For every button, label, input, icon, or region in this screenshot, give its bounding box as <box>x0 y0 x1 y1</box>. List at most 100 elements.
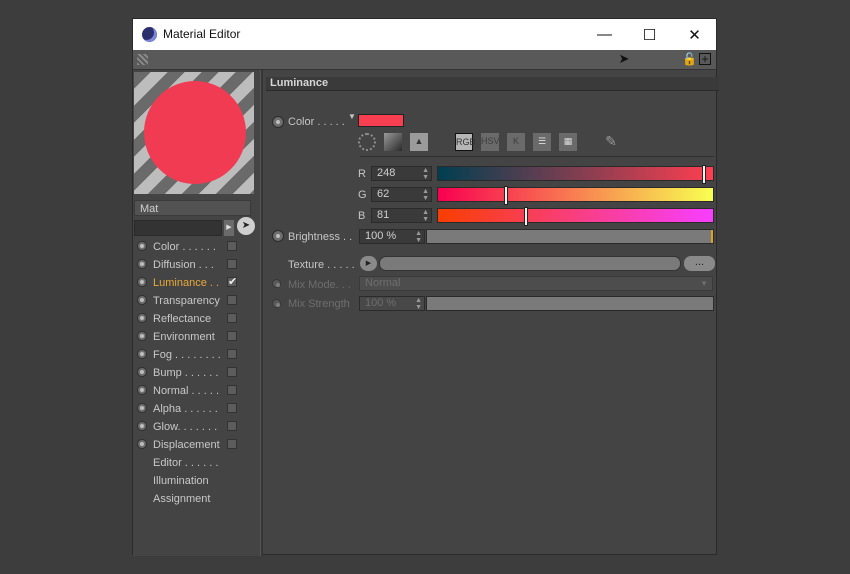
channel-item[interactable]: Editor . . . . . . <box>133 454 260 472</box>
brightness-value-field[interactable]: 100 % ▲ ▼ <box>359 229 425 244</box>
b-label: B <box>358 210 366 222</box>
material-preview[interactable] <box>134 72 254 194</box>
brightness-slider[interactable] <box>426 229 714 244</box>
image-picker-icon[interactable]: ▲ <box>410 133 428 151</box>
g-slider-handle[interactable] <box>504 186 508 205</box>
channel-radio-icon[interactable] <box>137 241 147 251</box>
channel-item[interactable]: Glow. . . . . . . <box>133 418 260 436</box>
channel-checkbox[interactable] <box>227 349 237 359</box>
channel-checkbox[interactable] <box>227 421 237 431</box>
hsv-mode-button[interactable]: HSV <box>481 133 500 151</box>
b-value-field[interactable]: 81 ▲ ▼ <box>371 208 432 223</box>
mix-mode-label: Mix Mode. . . <box>288 279 351 291</box>
channel-radio-icon[interactable] <box>137 385 147 395</box>
channel-item[interactable]: Reflectance <box>133 310 260 328</box>
channel-label: Diffusion . . . <box>153 259 214 271</box>
channel-radio-icon[interactable] <box>137 439 147 449</box>
channel-list: Color . . . . . . Diffusion . . . Luminanc… <box>133 238 260 508</box>
r-slider[interactable] <box>437 165 714 184</box>
texture-field[interactable] <box>379 256 681 271</box>
channel-checkbox[interactable] <box>227 331 237 341</box>
panel-divider[interactable] <box>260 70 263 556</box>
editor-toolbar: ➤ 🔓 + <box>133 50 716 70</box>
r-slider-handle[interactable] <box>702 165 706 184</box>
eyedropper-icon[interactable]: ✎ <box>602 133 620 151</box>
channel-item[interactable]: Color . . . . . . <box>133 238 260 256</box>
b-value: 81 <box>377 209 390 221</box>
r-label: R <box>358 168 366 180</box>
b-slider[interactable] <box>437 207 714 226</box>
texture-more-button[interactable]: ... <box>684 256 715 271</box>
pointer-cursor-icon[interactable]: ➤ <box>237 217 255 235</box>
preview-sphere <box>144 81 246 184</box>
channel-label: Transparency <box>153 295 220 307</box>
channel-item[interactable]: Luminance . . ✔ <box>133 274 260 292</box>
minimize-icon[interactable]: — <box>582 19 627 50</box>
channel-item[interactable]: Fog . . . . . . . . <box>133 346 260 364</box>
texture-label: Texture . . . . . <box>288 259 355 271</box>
channel-checkbox[interactable] <box>227 439 237 449</box>
brightness-value: 100 % <box>365 230 397 242</box>
channel-label: Environment <box>153 331 215 343</box>
r-value-field[interactable]: 248 ▲ ▼ <box>371 166 432 181</box>
rgb-mode-button[interactable]: RGB <box>455 133 476 151</box>
back-arrow-icon[interactable]: ➤ <box>617 52 631 66</box>
maximize-icon[interactable]: ☐ <box>627 19 672 50</box>
color-keyframe-icon[interactable] <box>272 116 284 128</box>
channel-item[interactable]: Transparency <box>133 292 260 310</box>
expand-arrow-icon[interactable]: ▶ <box>224 220 234 236</box>
channel-checkbox[interactable] <box>227 385 237 395</box>
title-bar: Material Editor — ☐ ✕ <box>133 19 716 50</box>
brightness-keyframe-icon[interactable] <box>272 230 284 242</box>
kelvin-mode-button[interactable]: K <box>507 133 525 151</box>
b-slider-handle[interactable] <box>524 207 528 226</box>
g-value-field[interactable]: 62 ▲ ▼ <box>371 187 432 202</box>
close-icon[interactable]: ✕ <box>672 19 717 50</box>
channel-radio-icon[interactable] <box>137 421 147 431</box>
mix-mode-keyframe-icon <box>272 279 281 288</box>
channel-label: Assignment <box>153 493 211 505</box>
channel-label: Glow. . . . . . . <box>153 421 218 433</box>
g-value: 62 <box>377 188 390 200</box>
channel-checkbox[interactable] <box>227 295 237 305</box>
color-wheel-icon[interactable] <box>358 133 376 151</box>
mix-mode-value: Normal <box>365 277 401 289</box>
channel-item[interactable]: Alpha . . . . . . <box>133 400 260 418</box>
channel-radio-icon[interactable] <box>137 349 147 359</box>
channel-checkbox[interactable] <box>227 367 237 377</box>
channel-radio-icon[interactable] <box>137 295 147 305</box>
color-dropdown-icon[interactable]: ▼ <box>348 112 356 121</box>
color-param-label: Color . . . . . <box>288 116 345 128</box>
material-name-field[interactable]: Mat <box>134 200 251 216</box>
channel-radio-icon[interactable] <box>137 331 147 341</box>
unlock-icon[interactable]: 🔓 <box>682 52 697 66</box>
channel-item[interactable]: Diffusion . . . <box>133 256 260 274</box>
channel-item[interactable]: Displacement <box>133 436 260 454</box>
channel-checkbox[interactable] <box>227 241 237 251</box>
spectrum-icon[interactable] <box>384 133 402 151</box>
texture-play-icon[interactable]: ▶ <box>360 256 377 271</box>
channel-radio-icon[interactable] <box>137 403 147 413</box>
channel-checkbox[interactable]: ✔ <box>227 277 237 288</box>
channel-checkbox[interactable] <box>227 313 237 323</box>
channel-item[interactable]: Illumination <box>133 472 260 490</box>
channel-radio-icon[interactable] <box>137 277 147 287</box>
channel-radio-icon[interactable] <box>137 367 147 377</box>
channel-radio-icon[interactable] <box>137 313 147 323</box>
channel-radio-icon[interactable] <box>137 259 147 269</box>
channel-checkbox[interactable] <box>227 259 237 269</box>
channel-item[interactable]: Bump . . . . . . <box>133 364 260 382</box>
drag-grip-icon[interactable] <box>137 54 148 65</box>
channel-item[interactable]: Normal . . . . . <box>133 382 260 400</box>
color-swatch[interactable] <box>358 114 404 127</box>
swatch-grid-icon[interactable]: ▦ <box>559 133 577 151</box>
channel-checkbox[interactable] <box>227 403 237 413</box>
mixer-icon[interactable]: ☰ <box>533 133 551 151</box>
channel-item[interactable]: Assignment <box>133 490 260 508</box>
g-slider[interactable] <box>437 186 714 205</box>
filter-input[interactable] <box>134 220 222 236</box>
channel-label: Alpha . . . . . . <box>153 403 218 415</box>
separator <box>360 156 714 157</box>
channel-item[interactable]: Environment <box>133 328 260 346</box>
new-panel-icon[interactable]: + <box>699 53 711 65</box>
